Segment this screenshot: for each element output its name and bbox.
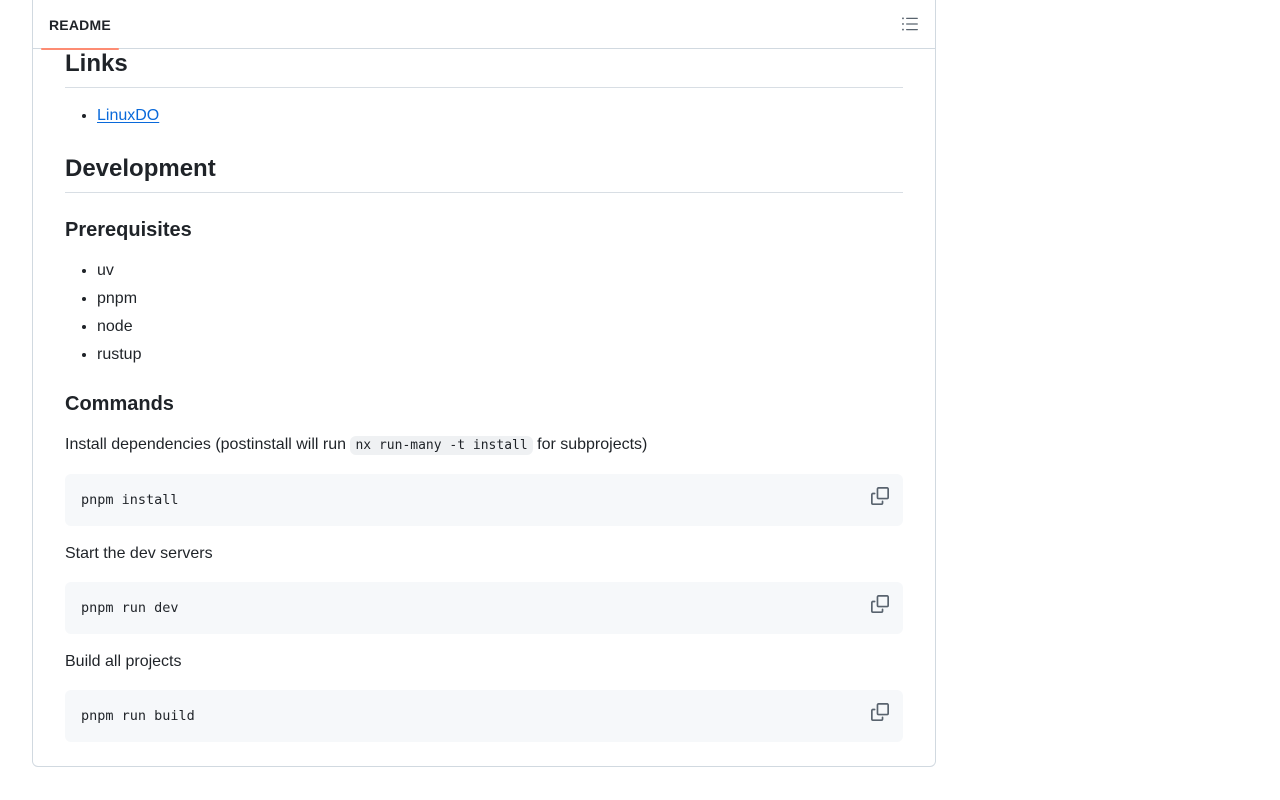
readme-header: README — [33, 0, 935, 50]
list-unordered-icon[interactable] — [901, 15, 919, 33]
readme-panel: README Links LinuxDO Development Prerequ… — [32, 0, 936, 767]
copy-icon[interactable] — [871, 703, 889, 721]
readme-content: Links LinuxDO Development Prerequisites … — [65, 49, 903, 742]
list-item: node — [97, 315, 903, 339]
list-item: pnpm — [97, 287, 903, 311]
code-dev: pnpm run dev — [81, 600, 179, 616]
prerequisites-heading: Prerequisites — [65, 219, 192, 241]
development-heading: Development — [65, 154, 903, 193]
build-description: Build all projects — [65, 653, 182, 670]
install-inline-code: nx run-many -t install — [350, 436, 533, 455]
install-description: Install dependencies (postinstall will r… — [65, 433, 903, 458]
dev-description: Start the dev servers — [65, 545, 213, 562]
tab-readme[interactable]: README — [41, 1, 119, 50]
list-item: uv — [97, 259, 903, 283]
code-block-dev: pnpm run dev — [65, 582, 903, 634]
code-block-build: pnpm run build — [65, 690, 903, 742]
copy-icon[interactable] — [871, 487, 889, 505]
code-install: pnpm install — [81, 492, 179, 508]
commands-heading: Commands — [65, 393, 174, 415]
code-block-install: pnpm install — [65, 474, 903, 526]
list-item: LinuxDO — [97, 104, 903, 128]
code-build: pnpm run build — [81, 708, 195, 724]
links-heading: Links — [65, 49, 903, 88]
install-text-after: for subprojects) — [532, 436, 648, 453]
list-item: rustup — [97, 343, 903, 367]
links-list: LinuxDO — [65, 104, 903, 128]
linuxdo-link[interactable]: LinuxDO — [97, 107, 159, 124]
prerequisites-list: uv pnpm node rustup — [65, 259, 903, 367]
install-text-before: Install dependencies (postinstall will r… — [65, 436, 351, 453]
copy-icon[interactable] — [871, 595, 889, 613]
